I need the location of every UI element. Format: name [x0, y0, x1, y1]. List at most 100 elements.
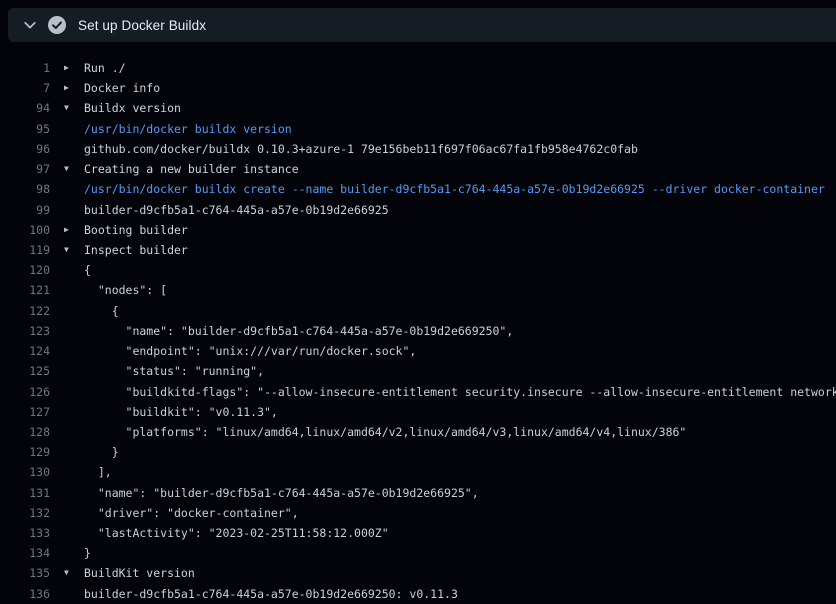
- caret-spacer: [64, 523, 84, 543]
- log-line: 129 }: [0, 442, 836, 462]
- log-line: 99 builder-d9cfb5a1-c764-445a-a57e-0b19d2…: [0, 200, 836, 220]
- line-number[interactable]: 121: [0, 280, 50, 300]
- caret-down-icon[interactable]: ▼: [64, 563, 84, 583]
- caret-down-icon[interactable]: ▼: [64, 98, 84, 118]
- log-group-title: BuildKit version: [84, 563, 195, 583]
- log-group-header[interactable]: 135 ▼BuildKit version: [0, 563, 836, 583]
- caret-right-icon[interactable]: ▶: [64, 220, 84, 240]
- log-output-text: "name": "builder-d9cfb5a1-c764-445a-a57e…: [84, 321, 513, 341]
- log-output-text: "buildkitd-flags": "--allow-insecure-ent…: [84, 382, 836, 402]
- log-group-header[interactable]: 100 ▶Booting builder: [0, 220, 836, 240]
- line-number[interactable]: 132: [0, 503, 50, 523]
- caret-spacer: [64, 462, 84, 482]
- caret-right-icon[interactable]: ▶: [64, 78, 84, 98]
- log-line: 95/usr/bin/docker buildx version: [0, 119, 836, 139]
- log-group-title: Buildx version: [84, 98, 181, 118]
- chevron-down-icon[interactable]: [17, 12, 43, 38]
- caret-spacer: [64, 361, 84, 381]
- caret-down-icon[interactable]: ▼: [64, 240, 84, 260]
- line-number[interactable]: 1: [0, 58, 50, 78]
- log-line: 121 "nodes": [: [0, 280, 836, 300]
- log-output-text: github.com/docker/buildx 0.10.3+azure-1 …: [84, 139, 638, 159]
- line-number[interactable]: 130: [0, 462, 50, 482]
- log-group-title: Docker info: [84, 78, 160, 98]
- caret-spacer: [64, 260, 84, 280]
- log-line: 134}: [0, 543, 836, 563]
- line-number[interactable]: 120: [0, 260, 50, 280]
- log-line: 131 "name": "builder-d9cfb5a1-c764-445a-…: [0, 483, 836, 503]
- caret-spacer: [64, 139, 84, 159]
- line-number[interactable]: 133: [0, 523, 50, 543]
- line-number[interactable]: 98: [0, 179, 50, 199]
- log-output-text: "name": "builder-d9cfb5a1-c764-445a-a57e…: [84, 483, 479, 503]
- log-output-text: "status": "running",: [84, 361, 264, 381]
- caret-spacer: [64, 321, 84, 341]
- line-number[interactable]: 127: [0, 402, 50, 422]
- caret-spacer: [64, 301, 84, 321]
- step-title: Set up Docker Buildx: [78, 18, 206, 33]
- log-output-text: "platforms": "linux/amd64,linux/amd64/v2…: [84, 422, 686, 442]
- log-output-text: builder-d9cfb5a1-c764-445a-a57e-0b19d2e6…: [84, 584, 458, 604]
- caret-spacer: [64, 442, 84, 462]
- log-line: 122 {: [0, 301, 836, 321]
- log-group-header[interactable]: 119 ▼Inspect builder: [0, 240, 836, 260]
- log-output-text: "driver": "docker-container",: [84, 503, 299, 523]
- line-number[interactable]: 131: [0, 483, 50, 503]
- line-number[interactable]: 7: [0, 78, 50, 98]
- line-number[interactable]: 119: [0, 240, 50, 260]
- log-output-text: ],: [84, 462, 112, 482]
- caret-spacer: [64, 341, 84, 361]
- line-number[interactable]: 136: [0, 584, 50, 604]
- line-number[interactable]: 129: [0, 442, 50, 462]
- log-group-title: Inspect builder: [84, 240, 188, 260]
- log-output-text: }: [84, 543, 91, 563]
- caret-spacer: [64, 402, 84, 422]
- log-group-header[interactable]: 1▶Run ./: [0, 58, 836, 78]
- caret-spacer: [64, 179, 84, 199]
- caret-spacer: [64, 543, 84, 563]
- log-command-text: /usr/bin/docker buildx version: [84, 119, 292, 139]
- log-line: 132 "driver": "docker-container",: [0, 503, 836, 523]
- line-number[interactable]: 99: [0, 200, 50, 220]
- log-group-title: Booting builder: [84, 220, 188, 240]
- log-output-text: {: [84, 260, 91, 280]
- log-line: 98/usr/bin/docker buildx create --name b…: [0, 179, 836, 199]
- line-number[interactable]: 94: [0, 98, 50, 118]
- log-output-text: {: [84, 301, 119, 321]
- log-group-header[interactable]: 7 ▶Docker info: [0, 78, 836, 98]
- log-line: 120 {: [0, 260, 836, 280]
- caret-spacer: [64, 280, 84, 300]
- line-number[interactable]: 96: [0, 139, 50, 159]
- line-number[interactable]: 97: [0, 159, 50, 179]
- log-line: 128 "platforms": "linux/amd64,linux/amd6…: [0, 422, 836, 442]
- log-line: 96 github.com/docker/buildx 0.10.3+azure-…: [0, 139, 836, 159]
- line-number[interactable]: 95: [0, 119, 50, 139]
- caret-spacer: [64, 503, 84, 523]
- caret-right-icon[interactable]: ▶: [64, 58, 84, 78]
- line-number[interactable]: 100: [0, 220, 50, 240]
- line-number[interactable]: 135: [0, 563, 50, 583]
- caret-down-icon[interactable]: ▼: [64, 159, 84, 179]
- line-number[interactable]: 128: [0, 422, 50, 442]
- line-number[interactable]: 123: [0, 321, 50, 341]
- caret-spacer: [64, 584, 84, 604]
- caret-spacer: [64, 119, 84, 139]
- step-header[interactable]: Set up Docker Buildx: [8, 8, 836, 42]
- line-number[interactable]: 126: [0, 382, 50, 402]
- log-group-title: Creating a new builder instance: [84, 159, 299, 179]
- caret-spacer: [64, 422, 84, 442]
- line-number[interactable]: 134: [0, 543, 50, 563]
- log-line: 124 "endpoint": "unix:///var/run/docker.…: [0, 341, 836, 361]
- log-line: 133 "lastActivity": "2023-02-25T11:58:12…: [0, 523, 836, 543]
- log-line: 125 "status": "running",: [0, 361, 836, 381]
- caret-spacer: [64, 483, 84, 503]
- log-group-header[interactable]: 94 ▼Buildx version: [0, 98, 836, 118]
- line-number[interactable]: 122: [0, 301, 50, 321]
- log-output-text: "nodes": [: [84, 280, 167, 300]
- line-number[interactable]: 125: [0, 361, 50, 381]
- log-group-header[interactable]: 97 ▼Creating a new builder instance: [0, 159, 836, 179]
- log-output-text: "lastActivity": "2023-02-25T11:58:12.000…: [84, 523, 389, 543]
- log-output-text: "endpoint": "unix:///var/run/docker.sock…: [84, 341, 416, 361]
- line-number[interactable]: 124: [0, 341, 50, 361]
- log-output-text: builder-d9cfb5a1-c764-445a-a57e-0b19d2e6…: [84, 200, 389, 220]
